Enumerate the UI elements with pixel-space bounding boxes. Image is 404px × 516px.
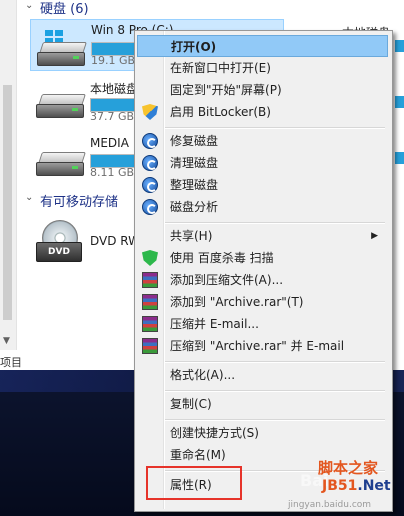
winrar-icon [142, 338, 158, 354]
drive-free-space: 8.11 GB [90, 166, 135, 179]
menu-item-add-to-archive-rar[interactable]: 添加到 "Archive.rar"(T) [137, 291, 388, 313]
site-watermark-b: .Net [357, 478, 391, 494]
menu-item-bitlocker[interactable]: 启用 BitLocker(B) [137, 101, 388, 123]
chevron-down-icon[interactable]: ⌄ [25, 0, 33, 11]
context-menu: 打开(O) 在新窗口中打开(E) 固定到"开始"屏幕(P) 启用 BitLock… [134, 30, 393, 512]
menu-item-label: 共享(H) [170, 229, 213, 243]
menu-item-label: 磁盘分析 [170, 200, 219, 214]
hard-drive-icon [36, 94, 86, 120]
menu-item-compress-rar-email[interactable]: 压缩到 "Archive.rar" 并 E-mail [137, 335, 388, 357]
menu-item-copy[interactable]: 复制(C) [137, 393, 388, 415]
shield-icon [142, 104, 158, 120]
winrar-icon [142, 294, 158, 310]
brand-watermark: 脚本之家 [318, 459, 379, 477]
drive-free-space: 19.1 GB [91, 54, 136, 67]
status-bar-item-count: 项目 [0, 356, 22, 369]
menu-item-label: 格式化(A)... [170, 368, 236, 382]
highlight-callout-box [146, 466, 242, 500]
menu-item-label: 复制(C) [170, 397, 212, 411]
menu-item-analyze-disk[interactable]: 磁盘分析 [137, 196, 388, 218]
winrar-icon [142, 272, 158, 288]
scroll-down-arrow-icon[interactable]: ▼ [3, 336, 10, 346]
menu-item-create-shortcut[interactable]: 创建快捷方式(S) [137, 422, 388, 444]
drive-usage-bar-clipped [395, 96, 404, 108]
menu-item-label: 固定到"开始"屏幕(P) [170, 83, 282, 97]
menu-item-label: 启用 BitLocker(B) [170, 105, 271, 119]
drive-free-space: 37.7 GB [90, 110, 135, 123]
menu-separator [165, 419, 385, 421]
chevron-down-icon[interactable]: ⌄ [25, 192, 33, 203]
menu-separator [165, 390, 385, 392]
site-watermark-a: JB51 [322, 478, 358, 494]
drive-label: DVD RW [90, 234, 141, 248]
menu-item-add-to-archive[interactable]: 添加到压缩文件(A)... [137, 269, 388, 291]
menu-item-defrag-disk[interactable]: 整理磁盘 [137, 174, 388, 196]
disk-tool-icon [142, 177, 158, 193]
group-label: 硬盘 (6) [40, 2, 89, 17]
menu-item-open[interactable]: 打开(O) [137, 35, 388, 57]
menu-item-open-new-window[interactable]: 在新窗口中打开(E) [137, 57, 388, 79]
menu-item-label: 重命名(M) [170, 448, 226, 462]
menu-item-compress-email[interactable]: 压缩并 E-mail... [137, 313, 388, 335]
menu-item-label: 创建快捷方式(S) [170, 426, 259, 440]
winrar-icon [142, 316, 158, 332]
menu-separator [165, 222, 385, 224]
menu-item-antivirus-scan[interactable]: 使用 百度杀毒 扫描 [137, 247, 388, 269]
url-watermark: jingyan.baidu.com [288, 500, 372, 510]
drive-item-dvd[interactable]: DVD DVD RW [30, 216, 140, 270]
menu-item-share[interactable]: 共享(H) ▶ [137, 225, 388, 247]
menu-separator [165, 127, 385, 129]
menu-item-label: 压缩到 "Archive.rar" 并 E-mail [170, 339, 345, 353]
drive-label: 本地磁盘 [90, 82, 139, 96]
drive-usage-bar-clipped [395, 152, 404, 164]
menu-item-label: 在新窗口中打开(E) [170, 61, 271, 75]
menu-item-label: 清理磁盘 [170, 156, 219, 170]
drive-usage-bar-clipped [395, 40, 404, 52]
group-label: 有可移动存储 [40, 195, 119, 210]
submenu-arrow-icon: ▶ [371, 231, 378, 241]
menu-item-label: 整理磁盘 [170, 178, 219, 192]
dvd-drive-icon: DVD [36, 220, 82, 266]
menu-item-label: 使用 百度杀毒 扫描 [170, 251, 274, 265]
menu-item-label: 修复磁盘 [170, 134, 219, 148]
menu-item-label: 添加到 "Archive.rar"(T) [170, 295, 304, 309]
antivirus-icon [142, 250, 158, 266]
scrollbar-thumb[interactable] [3, 85, 12, 320]
disk-tool-icon [142, 133, 158, 149]
drive-label: MEDIA [90, 136, 129, 150]
menu-item-label: 添加到压缩文件(A)... [170, 273, 284, 287]
menu-item-label: 压缩并 E-mail... [170, 317, 259, 331]
hard-drive-icon [37, 30, 87, 68]
disk-tool-icon [142, 199, 158, 215]
group-header-removable[interactable]: 有可移动存储 [40, 191, 118, 210]
group-header-drives[interactable]: 硬盘 (6) [40, 0, 89, 17]
menu-item-repair-disk[interactable]: 修复磁盘 [137, 130, 388, 152]
menu-item-pin-to-start[interactable]: 固定到"开始"屏幕(P) [137, 79, 388, 101]
menu-item-format[interactable]: 格式化(A)... [137, 364, 388, 386]
menu-item-clean-disk[interactable]: 清理磁盘 [137, 152, 388, 174]
vertical-scrollbar[interactable]: ▼ [0, 0, 17, 350]
disk-tool-icon [142, 155, 158, 171]
menu-item-label: 打开(O) [171, 40, 217, 54]
hard-drive-icon [36, 152, 86, 178]
menu-separator [165, 361, 385, 363]
site-watermark: JB51.Net [322, 478, 391, 494]
